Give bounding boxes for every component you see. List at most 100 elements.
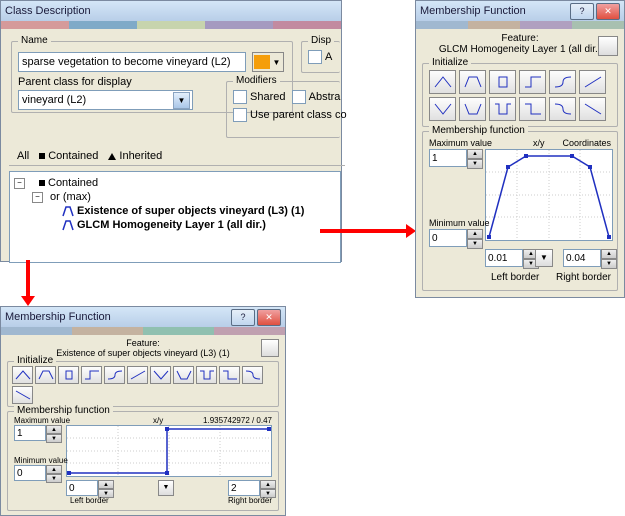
up-icon[interactable]: ▲	[46, 465, 62, 474]
feature-browse-button[interactable]	[261, 339, 279, 357]
up-icon[interactable]: ▲	[46, 425, 62, 434]
min-spinner[interactable]: 0▲▼	[429, 229, 483, 249]
shared-checkbox[interactable]	[233, 90, 247, 104]
shape-button[interactable]	[459, 97, 486, 121]
rule-tree[interactable]: −Contained −or (max) Existence of super …	[9, 171, 341, 263]
shape-button[interactable]	[196, 366, 217, 384]
membership-window-right: Membership Function ? ✕ Feature: GLCM Ho…	[415, 0, 625, 298]
shape-button[interactable]	[429, 70, 456, 94]
mf-label: Membership function	[14, 405, 113, 416]
up-icon[interactable]: ▲	[467, 229, 483, 239]
tab-contained[interactable]: Contained	[39, 150, 98, 162]
class-description-window: Class Description Name sparse vegetation…	[0, 0, 342, 262]
help-button[interactable]: ?	[231, 309, 255, 326]
right-border-label: Right border	[228, 496, 272, 505]
max-spinner[interactable]: 1▲▼	[14, 425, 62, 443]
close-button[interactable]: ✕	[257, 309, 281, 326]
down-icon[interactable]: ▼	[467, 239, 483, 249]
display-group: Disp A	[301, 41, 340, 73]
mf-group: Membership function Maximum value 1▲▼ x/…	[7, 411, 279, 511]
initialize-group: Initialize	[7, 361, 279, 407]
xy-label: x/y	[533, 138, 545, 148]
shape-button[interactable]	[429, 97, 456, 121]
shape-button[interactable]	[242, 366, 263, 384]
shape-button[interactable]	[58, 366, 79, 384]
titlebar[interactable]: Membership Function ? ✕	[416, 1, 624, 21]
right-spinner[interactable]: 0.04▲▼	[563, 249, 617, 269]
coords-label: 1.935742972 / 0.47	[203, 416, 272, 425]
titlebar[interactable]: Class Description	[1, 1, 341, 21]
shape-button[interactable]	[549, 70, 576, 94]
feature-browse-button[interactable]	[598, 36, 618, 56]
shape-button[interactable]	[579, 70, 606, 94]
tab-inherited[interactable]: Inherited	[108, 150, 162, 162]
display-checkbox[interactable]	[308, 50, 322, 64]
left-spinner[interactable]: 0.01▲▼	[485, 249, 539, 269]
initialize-group: Initialize	[422, 63, 618, 127]
shape-button[interactable]	[12, 366, 33, 384]
bullet-icon	[39, 180, 45, 186]
init-buttons	[423, 64, 617, 127]
shape-button[interactable]	[579, 97, 606, 121]
up-icon[interactable]: ▲	[98, 480, 114, 489]
shape-button[interactable]	[127, 366, 148, 384]
tab-all[interactable]: All	[17, 150, 29, 162]
tree-item[interactable]: Existence of super objects vineyard (L3)…	[77, 205, 304, 217]
chart[interactable]	[66, 425, 272, 477]
up-icon[interactable]: ▲	[601, 249, 617, 259]
tree-item[interactable]: GLCM Homogeneity Layer 1 (all dir.)	[77, 219, 266, 231]
max-label: Maximum value	[14, 416, 70, 425]
shape-button[interactable]	[173, 366, 194, 384]
shape-button[interactable]	[519, 70, 546, 94]
name-label: Name	[18, 35, 51, 46]
shape-button[interactable]	[219, 366, 240, 384]
range-button[interactable]: ▼	[158, 480, 174, 496]
up-icon[interactable]: ▲	[260, 480, 276, 489]
parent-label: Parent class for display	[18, 76, 132, 88]
shape-button[interactable]	[104, 366, 125, 384]
window-title: Membership Function	[5, 311, 111, 323]
shape-button[interactable]	[489, 97, 516, 121]
shape-button[interactable]	[459, 70, 486, 94]
shape-button[interactable]	[81, 366, 102, 384]
expand-icon[interactable]: −	[14, 178, 25, 189]
blur-decor	[1, 327, 285, 335]
max-spinner[interactable]: 1▲▼	[429, 149, 483, 169]
left-border-label: Left border	[491, 272, 539, 283]
feature-label: Feature:	[416, 33, 624, 44]
shape-button[interactable]	[489, 70, 516, 94]
up-icon[interactable]: ▲	[467, 149, 483, 159]
blur-decor	[416, 21, 624, 29]
arrow	[26, 260, 30, 296]
init-buttons	[8, 362, 278, 408]
useparent-checkbox[interactable]	[233, 108, 247, 122]
modifiers-group: Modifiers Shared Abstra Use parent class…	[226, 81, 340, 138]
color-swatch	[254, 55, 270, 69]
down-icon[interactable]: ▼	[601, 259, 617, 269]
membership-window-bottom: Membership Function ? ✕ Feature: Existen…	[0, 306, 286, 516]
triangle-icon	[108, 153, 116, 160]
tabs: All Contained Inherited	[9, 147, 345, 166]
function-icon	[62, 220, 74, 231]
window-title: Class Description	[5, 5, 91, 17]
shape-button[interactable]	[150, 366, 171, 384]
range-button[interactable]: ▼	[535, 249, 553, 267]
shape-button[interactable]	[549, 97, 576, 121]
shape-button[interactable]	[35, 366, 56, 384]
window-title: Membership Function	[420, 5, 526, 17]
down-icon[interactable]: ▼	[467, 159, 483, 169]
min-spinner[interactable]: 0▲▼	[14, 465, 62, 483]
expand-icon[interactable]: −	[32, 192, 43, 203]
name-input[interactable]: sparse vegetation to become vineyard (L2…	[18, 52, 246, 72]
parent-select[interactable]: vineyard (L2)▼	[18, 90, 193, 110]
close-button[interactable]: ✕	[596, 3, 620, 20]
help-button[interactable]: ?	[570, 3, 594, 20]
color-picker[interactable]: ▼	[252, 52, 284, 72]
shape-button[interactable]	[12, 386, 33, 404]
down-icon[interactable]: ▼	[46, 474, 62, 483]
titlebar[interactable]: Membership Function ? ✕	[1, 307, 285, 327]
shape-button[interactable]	[519, 97, 546, 121]
abstract-checkbox[interactable]	[292, 90, 306, 104]
chart[interactable]	[485, 149, 613, 241]
down-icon[interactable]: ▼	[46, 434, 62, 443]
